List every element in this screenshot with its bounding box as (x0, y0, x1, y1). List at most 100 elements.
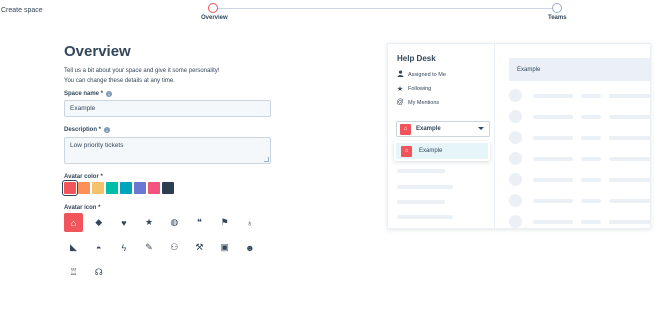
at-icon: @ (396, 99, 404, 106)
list-row-avatar (509, 152, 522, 165)
space-name-label: Space name * i (64, 91, 113, 97)
description-textarea[interactable]: Low priority tickets (64, 137, 271, 164)
page-title: Overview (64, 43, 131, 60)
nav-item-my-mentions[interactable]: @ My Mentions (396, 99, 439, 106)
skeleton-line (397, 169, 445, 173)
nav-label: Following (408, 86, 432, 92)
globe-icon[interactable]: ◍ (165, 213, 184, 232)
chat-icon[interactable]: ❝ (190, 213, 209, 232)
skeleton-line (533, 115, 573, 119)
intro-text-line1: Tell us a bit about your space and give … (64, 68, 220, 74)
avatar-icon-grid: ⌂ ◆ ♥ ★ ◍ ❝ ⚑ ♁ ◣ ◓ ϟ ✎ ⚇ ⚒ ▣ ☻ ♖ ☊ (64, 213, 259, 282)
color-swatch[interactable] (62, 180, 78, 196)
color-swatch[interactable] (78, 182, 90, 194)
star-icon[interactable]: ★ (140, 213, 159, 232)
briefcase-icon[interactable]: ▣ (215, 238, 234, 257)
preview-title: Help Desk (397, 54, 436, 63)
description-label-text: Description * (64, 127, 102, 133)
skeleton-line (397, 200, 445, 204)
nav-label: Assigned to Me (408, 71, 446, 78)
info-icon[interactable]: i (104, 127, 111, 133)
star-icon: ★ (396, 86, 404, 93)
info-icon[interactable]: i (106, 91, 113, 97)
preview-list: Example (495, 44, 650, 228)
step-teams-indicator[interactable] (552, 3, 562, 13)
list-header: Example (509, 58, 650, 81)
space-switcher-menu: ⌂ Example (394, 141, 490, 161)
list-row-avatar (509, 110, 522, 123)
person-icon (396, 70, 404, 79)
list-row-avatar (509, 194, 522, 207)
tag-icon[interactable]: ◆ (89, 213, 108, 232)
skeleton-line (581, 136, 601, 140)
list-row-avatar (509, 89, 522, 102)
create-space-label: Create space (1, 7, 43, 14)
color-swatch[interactable] (106, 182, 118, 194)
home-icon[interactable]: ⌂ (64, 213, 83, 232)
trophy-icon[interactable]: ♖ (64, 263, 83, 282)
skeleton-line (533, 136, 573, 140)
list-row-avatar (509, 215, 522, 228)
skeleton-line (533, 157, 573, 161)
description-label: Description * i (64, 127, 111, 133)
skeleton-line (609, 178, 650, 182)
heart-icon[interactable]: ♥ (114, 213, 133, 232)
nav-item-following[interactable]: ★ Following (396, 85, 431, 93)
list-row-avatar (509, 131, 522, 144)
skeleton-line (581, 94, 601, 98)
skeleton-line (533, 94, 573, 98)
description-value: Low priority tickets (70, 142, 124, 149)
skeleton-line (581, 199, 601, 203)
dropdown-value: Example (416, 126, 441, 132)
avatar-color-swatches (62, 180, 174, 196)
color-swatch[interactable] (148, 182, 160, 194)
skeleton-line (581, 220, 601, 224)
stepper-line (214, 8, 556, 9)
skeleton-line (397, 215, 453, 219)
inbox-icon[interactable]: ◓ (89, 238, 108, 257)
skeleton-line (609, 157, 650, 161)
skeleton-line (533, 220, 573, 224)
space-switcher-dropdown[interactable]: ⌂ Example (396, 121, 490, 137)
smiley-icon[interactable]: ☻ (240, 238, 259, 257)
nav-label: My Mentions (408, 99, 440, 106)
skeleton-line (581, 115, 601, 119)
space-preview-panel: Help Desk Assigned to Me ★ Following @ M… (387, 43, 651, 229)
skeleton-line (533, 199, 573, 203)
avatar-icon-label: Avatar icon * (64, 205, 101, 211)
color-swatch[interactable] (120, 182, 132, 194)
home-icon: ⌂ (400, 123, 411, 135)
preview-sidebar: Help Desk Assigned to Me ★ Following @ M… (388, 44, 495, 228)
megaphone-icon[interactable]: ◣ (64, 238, 83, 257)
skeleton-line (581, 157, 601, 161)
home-icon: ⌂ (401, 145, 412, 157)
skeleton-line (609, 136, 650, 140)
skeleton-line (533, 178, 573, 182)
chevron-down-icon (478, 127, 484, 130)
skeleton-line (609, 115, 650, 119)
flag-icon[interactable]: ⚑ (215, 213, 234, 232)
skeleton-line (581, 178, 601, 182)
resize-handle[interactable] (264, 157, 269, 162)
lightning-icon[interactable]: ϟ (114, 238, 133, 257)
color-swatch[interactable] (134, 182, 146, 194)
space-name-label-text: Space name * (64, 91, 104, 97)
lightbulb-icon[interactable]: ♁ (240, 213, 259, 232)
wrench-icon[interactable]: ⚒ (190, 238, 209, 257)
menu-item-example[interactable]: ⌂ Example (396, 143, 488, 159)
users-icon[interactable]: ⚇ (165, 238, 184, 257)
step-overview-indicator[interactable] (208, 3, 218, 13)
color-swatch[interactable] (92, 182, 104, 194)
list-row-avatar (509, 173, 522, 186)
nav-item-assigned-to-me[interactable]: Assigned to Me (396, 70, 446, 79)
intro-text-line2: You can change these details at any time… (64, 78, 175, 84)
pencil-icon[interactable]: ✎ (140, 238, 159, 257)
skeleton-line (609, 199, 650, 203)
step-teams-label: Teams (548, 15, 567, 21)
color-swatch[interactable] (162, 182, 174, 194)
avatar-color-label: Avatar color * (64, 174, 103, 180)
step-overview-label: Overview (201, 15, 228, 21)
headset-icon[interactable]: ☊ (89, 263, 108, 282)
space-name-input[interactable]: Example (64, 100, 271, 117)
menu-item-label: Example (419, 148, 443, 154)
